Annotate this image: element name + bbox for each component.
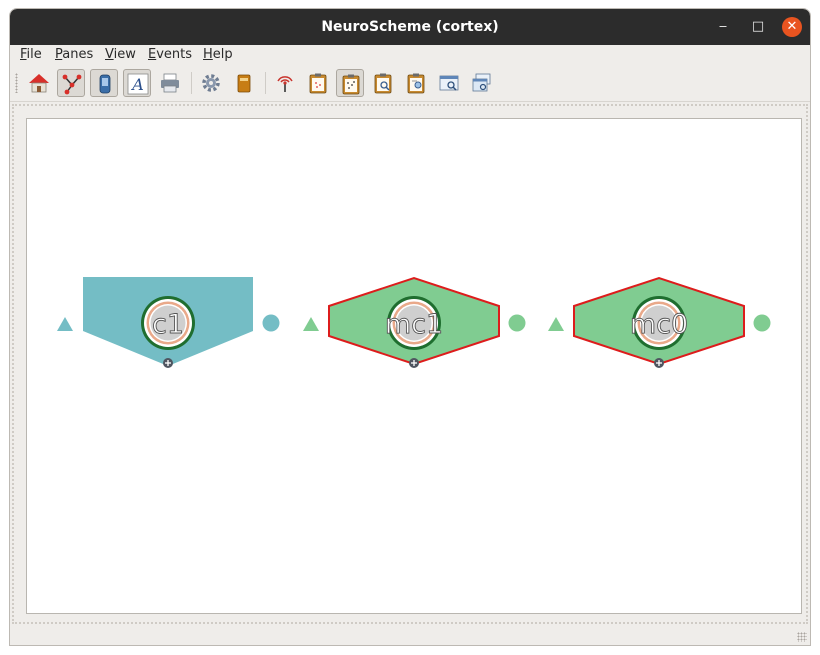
printer-icon (161, 73, 179, 93)
clipboard-button[interactable] (304, 69, 332, 97)
broadcast-icon (277, 76, 293, 92)
entity-minicolumn-mc0[interactable]: mc0 (548, 276, 771, 368)
home-button[interactable] (25, 69, 53, 97)
window-stack-icon (472, 73, 491, 92)
clipboard-list-icon (407, 73, 425, 94)
menu-events[interactable]: Events (148, 45, 192, 65)
printer-button[interactable] (156, 69, 184, 97)
expand-plus-icon[interactable] (654, 358, 664, 368)
menu-view-mnemonic: V (105, 47, 114, 62)
broadcast-button[interactable] (271, 69, 299, 97)
menu-help-mnemonic: H (203, 47, 213, 62)
window-search-icon (439, 75, 459, 91)
book-icon (237, 74, 251, 93)
menu-view-label: iew (113, 47, 136, 62)
window-search-button[interactable] (435, 69, 463, 97)
dock-area: c1 mc1 mc0 (12, 104, 808, 624)
home-icon (29, 74, 49, 93)
book-button[interactable] (230, 69, 258, 97)
input-port-triangle[interactable] (548, 317, 564, 331)
clipboard-search-icon (374, 73, 392, 94)
resize-grip[interactable] (797, 632, 807, 642)
clipboard-search-button[interactable] (369, 69, 397, 97)
clipboard-scatter-icon (342, 74, 360, 95)
menu-file-label: ile (26, 47, 42, 62)
toolbar-grip[interactable] (15, 73, 18, 93)
scene-canvas[interactable]: c1 mc1 mc0 (26, 118, 802, 614)
menu-help-label: elp (212, 47, 233, 62)
entity-label: mc1 (385, 309, 443, 340)
input-port-triangle[interactable] (303, 317, 319, 331)
clipboard-icon (309, 73, 327, 94)
input-port-triangle[interactable] (57, 317, 73, 331)
clipboard-scatter-button[interactable] (336, 69, 364, 97)
output-port-circle[interactable] (508, 314, 526, 332)
entity-column-c1[interactable]: c1 (57, 277, 280, 368)
text-icon: A (127, 73, 149, 95)
text-button[interactable]: A (123, 69, 151, 97)
title-bar[interactable]: NeuroScheme (cortex) ‒ □ ✕ (10, 9, 810, 45)
menu-file[interactable]: File (20, 45, 42, 65)
toolbar-separator (265, 72, 266, 94)
settings-button[interactable] (197, 69, 225, 97)
menu-panes[interactable]: Panes (55, 45, 93, 65)
expand-plus-icon[interactable] (163, 358, 173, 368)
menu-panes-label: anes (62, 47, 94, 62)
output-port-circle[interactable] (262, 314, 280, 332)
maximize-button[interactable]: □ (748, 17, 768, 37)
text-icon-glyph: A (130, 75, 144, 94)
menu-bar: File Panes View Events Help (10, 45, 810, 65)
expand-plus-icon[interactable] (409, 358, 419, 368)
menu-events-label: vents (156, 47, 193, 62)
output-port-circle[interactable] (753, 314, 771, 332)
gear-icon (202, 74, 220, 92)
clipboard-list-button[interactable] (402, 69, 430, 97)
connect-button[interactable] (57, 69, 85, 97)
scene-svg: c1 mc1 mc0 (57, 276, 771, 368)
menu-view[interactable]: View (105, 45, 136, 65)
entity-label: mc0 (630, 309, 688, 340)
menu-events-mnemonic: E (148, 47, 157, 62)
toolbar: A (10, 65, 810, 102)
close-button[interactable]: ✕ (782, 17, 802, 37)
app-window: NeuroScheme (cortex) ‒ □ ✕ File Panes Vi… (9, 8, 811, 646)
connect-icon (62, 74, 82, 95)
phone-button[interactable] (90, 69, 118, 97)
menu-help[interactable]: Help (203, 45, 233, 65)
phone-icon (99, 74, 111, 94)
entity-minicolumn-mc1[interactable]: mc1 (303, 276, 526, 368)
entity-label: c1 (152, 309, 184, 340)
window-stack-button[interactable] (468, 69, 496, 97)
toolbar-separator (191, 72, 192, 94)
minimize-button[interactable]: ‒ (713, 17, 733, 37)
window-title: NeuroScheme (cortex) (321, 19, 499, 35)
